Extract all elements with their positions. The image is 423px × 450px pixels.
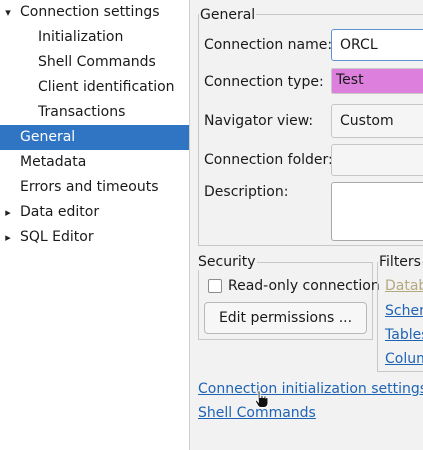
navigator-view-dropdown[interactable]: Custom	[331, 104, 423, 138]
filter-link-databases: Datab	[385, 278, 423, 294]
connection-type-label: Connection type:	[204, 74, 324, 90]
tree-item-label: SQL Editor	[20, 229, 94, 245]
collapsed-arrow-icon[interactable]: ▸	[2, 225, 14, 250]
tree-item-label: Transactions	[38, 104, 126, 120]
tree-item-general[interactable]: General	[0, 125, 189, 150]
navigator-view-label: Navigator view:	[204, 113, 314, 129]
security-group-title: Security	[197, 254, 257, 270]
settings-tree: ▾ Connection settings Initialization She…	[0, 0, 190, 450]
readonly-checkbox[interactable]	[208, 279, 222, 293]
readonly-label[interactable]: Read-only connection	[228, 277, 380, 295]
tree-item-metadata[interactable]: Metadata	[0, 150, 189, 175]
tree-item-label: Metadata	[20, 154, 87, 170]
connection-name-label: Connection name:	[204, 37, 333, 53]
tree-item-errors-and-timeouts[interactable]: Errors and timeouts	[0, 175, 189, 200]
expanded-arrow-icon[interactable]: ▾	[2, 0, 14, 25]
tree-item-client-identification[interactable]: Client identification	[0, 75, 189, 100]
tree-item-connection-settings[interactable]: ▾ Connection settings	[0, 0, 189, 25]
tree-item-label: Initialization	[38, 29, 124, 45]
connection-name-input[interactable]: ORCL	[331, 29, 423, 61]
description-textarea[interactable]	[331, 182, 423, 241]
tree-item-label: Connection settings	[20, 4, 160, 20]
description-label: Description:	[204, 184, 289, 200]
tree-item-label: General	[20, 129, 76, 145]
hand-cursor-icon	[254, 390, 269, 408]
connection-initialization-settings-link[interactable]: Connection initialization settings	[198, 380, 423, 398]
tree-item-label: Data editor	[20, 204, 100, 220]
tree-item-label: Errors and timeouts	[20, 179, 159, 195]
edit-permissions-button[interactable]: Edit permissions ...	[204, 302, 367, 334]
tree-item-initialization[interactable]: Initialization	[0, 25, 189, 50]
filters-group-title: Filters	[378, 254, 422, 270]
tree-item-label: Shell Commands	[38, 54, 156, 70]
tree-item-data-editor[interactable]: ▸ Data editor	[0, 200, 189, 225]
general-group-title: General	[199, 7, 257, 23]
filter-link-schemas[interactable]: Schen	[385, 302, 423, 320]
general-settings-panel: General Connection name: ORCL Connection…	[191, 0, 423, 450]
tree-item-shell-commands[interactable]: Shell Commands	[0, 50, 189, 75]
connection-folder-label: Connection folder:	[204, 152, 333, 168]
connection-folder-dropdown[interactable]	[331, 144, 423, 176]
tree-item-transactions[interactable]: Transactions	[0, 100, 189, 125]
collapsed-arrow-icon[interactable]: ▸	[2, 200, 14, 225]
tree-item-sql-editor[interactable]: ▸ SQL Editor	[0, 225, 189, 250]
tree-item-label: Client identification	[38, 79, 175, 95]
filter-link-columns[interactable]: Colum	[385, 350, 423, 368]
filter-link-tables[interactable]: Tables	[385, 326, 423, 344]
connection-type-color-selector[interactable]: Test	[331, 68, 423, 94]
